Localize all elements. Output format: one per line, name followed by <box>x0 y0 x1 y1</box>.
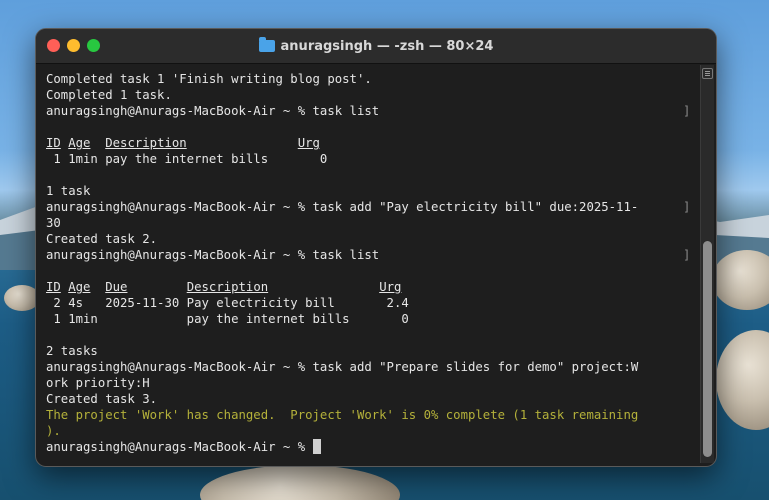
terminal-line-text: Created task 2. <box>46 232 158 246</box>
wallpaper-rock <box>712 250 769 310</box>
window-title-text: anuragsingh — -zsh — 80×24 <box>280 38 494 54</box>
terminal-line-text: ID Age Due Description Urg <box>46 280 409 294</box>
terminal-line-text: anuragsingh@Anurags-MacBook-Air ~ % <box>46 440 313 454</box>
terminal-line-text: Completed task 1 'Finish writing blog po… <box>46 72 372 86</box>
table-header-cell: Urg <box>379 280 402 294</box>
terminal-line: anuragsingh@Anurags-MacBook-Air ~ % task… <box>46 199 696 215</box>
table-header-cell: Age <box>68 136 91 150</box>
line-marker-icon: ] <box>683 248 691 262</box>
table-header-cell: ID <box>46 136 61 150</box>
wallpaper-rock <box>200 465 400 500</box>
table-header-cell: Description <box>186 280 269 294</box>
table-header-cell <box>187 136 298 150</box>
table-header-cell: Urg <box>297 136 320 150</box>
terminal-line-text: ork priority:H <box>46 376 150 390</box>
terminal-line: ID Age Description Urg <box>46 135 696 151</box>
scrollbar-thumb[interactable] <box>703 241 712 457</box>
terminal-line: Completed 1 task. <box>46 87 696 103</box>
terminal-line: Created task 2. <box>46 231 696 247</box>
terminal-line-text: Created task 3. <box>46 392 158 406</box>
terminal-line: anuragsingh@Anurags-MacBook-Air ~ % task… <box>46 103 696 119</box>
terminal-line: 2 tasks <box>46 343 696 359</box>
terminal-line: ). <box>46 423 696 439</box>
terminal-line-text: The project 'Work' has changed. Project … <box>46 408 639 422</box>
table-header-cell <box>268 280 379 294</box>
line-marker-icon: ] <box>683 104 691 118</box>
terminal-line-text: 1 task <box>46 184 91 198</box>
terminal-line: anuragsingh@Anurags-MacBook-Air ~ % <box>46 439 696 455</box>
terminal-line: 1 task <box>46 183 696 199</box>
terminal-line-text: ID Age Description Urg <box>46 136 327 150</box>
terminal-line-text: 2 tasks <box>46 344 98 358</box>
line-marker-icon: ] <box>683 200 691 214</box>
terminal-line: ork priority:H <box>46 375 696 391</box>
table-header-cell: Description <box>105 136 187 150</box>
terminal-line: Created task 3. <box>46 391 696 407</box>
wallpaper-rock <box>716 330 769 430</box>
terminal-line: The project 'Work' has changed. Project … <box>46 407 696 423</box>
terminal-line: anuragsingh@Anurags-MacBook-Air ~ % task… <box>46 247 696 263</box>
table-header-cell <box>127 280 186 294</box>
table-header-cell: Age <box>68 280 91 294</box>
table-header-cell <box>320 136 327 150</box>
terminal-line-text: ). <box>46 424 61 438</box>
terminal-line: 1 1min pay the internet bills 0 <box>46 151 696 167</box>
terminal-line-text: anuragsingh@Anurags-MacBook-Air ~ % task… <box>46 104 380 118</box>
scrollbar-menu-icon[interactable] <box>702 68 713 79</box>
terminal-window: anuragsingh — -zsh — 80×24 Completed tas… <box>35 28 717 467</box>
terminal-line: 2 4s 2025-11-30 Pay electricity bill 2.4 <box>46 295 696 311</box>
title-bar[interactable]: anuragsingh — -zsh — 80×24 <box>36 29 716 64</box>
terminal-line-text: anuragsingh@Anurags-MacBook-Air ~ % task… <box>46 200 639 214</box>
terminal-line: 1 1min pay the internet bills 0 <box>46 311 696 327</box>
vertical-scrollbar[interactable] <box>700 65 714 463</box>
window-title: anuragsingh — -zsh — 80×24 <box>36 29 716 63</box>
terminal-line-text: 2 4s 2025-11-30 Pay electricity bill 2.4 <box>46 296 409 310</box>
terminal-line-text: 30 <box>46 216 61 230</box>
terminal-line: anuragsingh@Anurags-MacBook-Air ~ % task… <box>46 359 696 375</box>
terminal-output[interactable]: Completed task 1 'Finish writing blog po… <box>46 71 696 459</box>
terminal-line-text: Completed 1 task. <box>46 88 172 102</box>
terminal-line-text: anuragsingh@Anurags-MacBook-Air ~ % task… <box>46 360 639 374</box>
table-header-cell: ID <box>46 280 61 294</box>
table-header-cell <box>401 280 408 294</box>
text-cursor <box>312 439 321 454</box>
terminal-line-text: anuragsingh@Anurags-MacBook-Air ~ % task… <box>46 248 380 262</box>
terminal-line: Completed task 1 'Finish writing blog po… <box>46 71 696 87</box>
terminal-line-text: 1 1min pay the internet bills 0 <box>46 312 409 326</box>
table-header-cell <box>90 280 105 294</box>
folder-icon <box>258 37 275 52</box>
terminal-line: 30 <box>46 215 696 231</box>
table-header-cell <box>90 136 105 150</box>
table-header-cell: Due <box>105 280 128 294</box>
terminal-line-text: 1 1min pay the internet bills 0 <box>46 152 328 166</box>
terminal-line: ID Age Due Description Urg <box>46 279 696 295</box>
